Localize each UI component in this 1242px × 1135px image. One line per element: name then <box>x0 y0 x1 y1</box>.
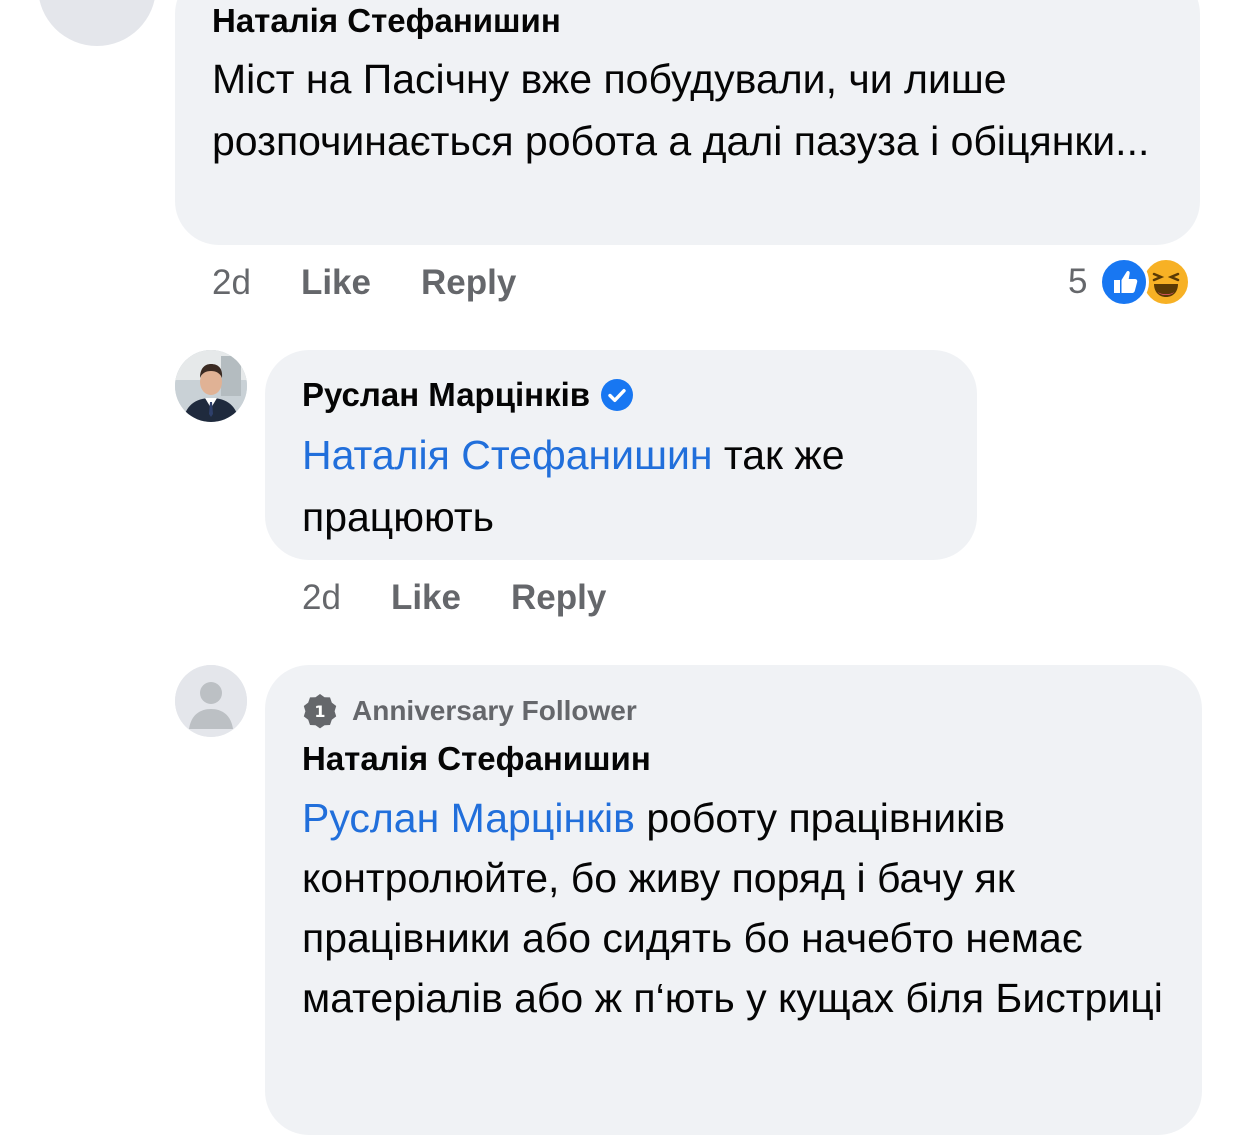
commenter-avatar[interactable] <box>175 350 247 422</box>
commenter-avatar[interactable] <box>38 0 156 46</box>
mention-link[interactable]: Руслан Марцінків <box>302 795 635 841</box>
reactions-summary[interactable]: 5 <box>1068 254 1192 310</box>
comment-author-name[interactable]: Руслан Марцінків <box>302 376 590 414</box>
badge-number: 1 <box>314 702 325 721</box>
reply-button[interactable]: Reply <box>511 578 606 618</box>
like-icon <box>1099 257 1150 307</box>
comment-actions: 2d Like Reply <box>302 575 606 621</box>
like-button[interactable]: Like <box>391 578 461 618</box>
like-button[interactable]: Like <box>301 263 371 303</box>
comment-text: Руслан Марцінків роботу працівників конт… <box>302 788 1192 1028</box>
comment-text: Наталія Стефанишин так же працюють <box>302 424 962 548</box>
comment-author-name[interactable]: Наталія Стефанишин <box>302 740 651 778</box>
badge-label: Anniversary Follower <box>352 695 637 726</box>
fan-badge[interactable]: 1 Anniversary Follower <box>302 692 637 730</box>
mention-link[interactable]: Наталія Стефанишин <box>302 432 713 478</box>
comment-actions: 2d Like Reply <box>212 260 516 306</box>
reply-button[interactable]: Reply <box>421 263 516 303</box>
default-avatar-icon[interactable] <box>175 665 247 737</box>
verified-badge-icon <box>601 379 634 411</box>
comment-timestamp[interactable]: 2d <box>302 578 341 618</box>
comment-author-name[interactable]: Наталія Стефанишин <box>212 2 561 40</box>
comment-author: Руслан Марцінків <box>302 376 634 414</box>
reaction-count: 5 <box>1068 262 1088 301</box>
comment-text: Міст на Пасічну вже побудували, чи лише … <box>212 56 1150 164</box>
comment-timestamp[interactable]: 2d <box>212 263 251 303</box>
anniversary-badge-icon: 1 <box>303 694 337 729</box>
